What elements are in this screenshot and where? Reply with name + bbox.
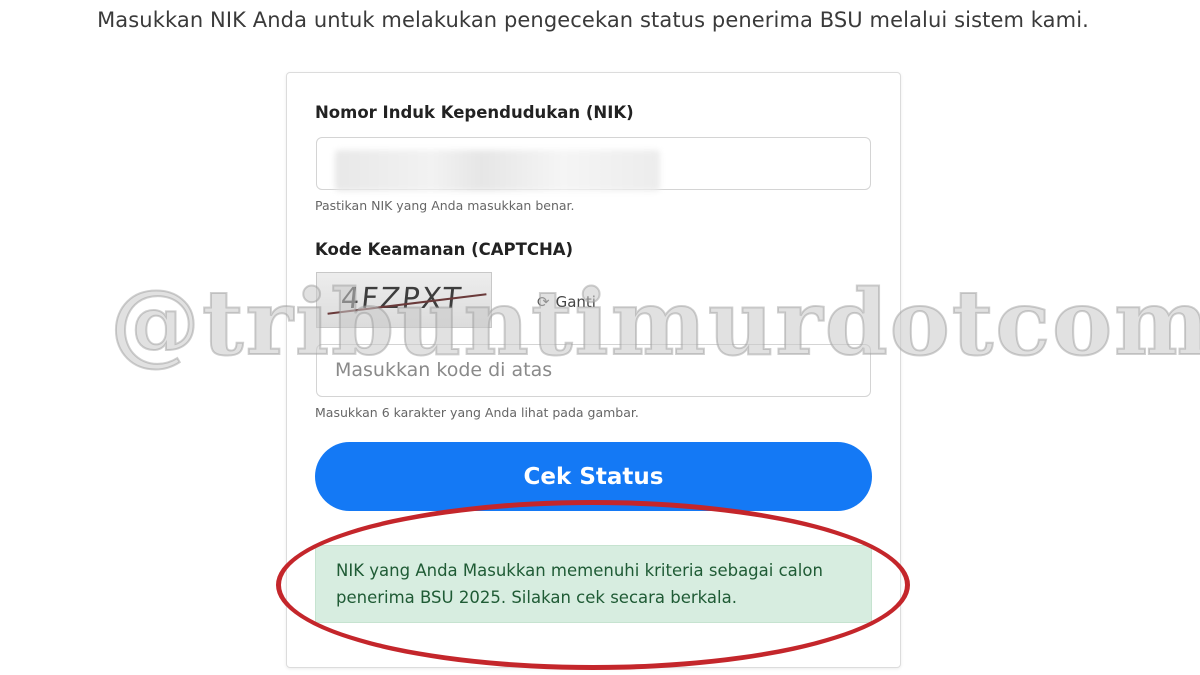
captcha-hint: Masukkan 6 karakter yang Anda lihat pada… xyxy=(315,405,639,420)
refresh-icon: ⟳ xyxy=(537,293,550,311)
captcha-image: 4FZPXT xyxy=(316,272,492,328)
nik-value-redacted xyxy=(335,150,660,191)
nik-label: Nomor Induk Kependudukan (NIK) xyxy=(315,103,634,122)
page-intro-text: Masukkan NIK Anda untuk melakukan pengec… xyxy=(97,8,1089,32)
captcha-input[interactable]: Masukkan kode di atas xyxy=(316,344,871,397)
captcha-refresh-button[interactable]: ⟳ Ganti xyxy=(537,293,596,311)
status-result-alert: NIK yang Anda Masukkan memenuhi kriteria… xyxy=(315,545,872,623)
bsu-check-form: Nomor Induk Kependudukan (NIK) Pastikan … xyxy=(286,72,901,668)
nik-hint: Pastikan NIK yang Anda masukkan benar. xyxy=(315,198,575,213)
captcha-label: Kode Keamanan (CAPTCHA) xyxy=(315,240,574,259)
captcha-refresh-label: Ganti xyxy=(555,293,596,311)
check-status-button[interactable]: Cek Status xyxy=(315,442,872,511)
